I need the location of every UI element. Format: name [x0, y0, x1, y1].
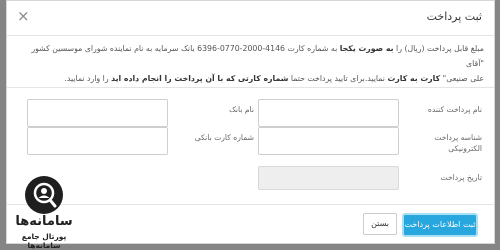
- notice-text: علی صنیعی": [440, 74, 484, 83]
- logo-tagline: پورتال جامع سامانه‌ها: [21, 232, 67, 250]
- bank-name-input[interactable]: [27, 99, 168, 127]
- payment-date-input[interactable]: [258, 166, 399, 190]
- submit-payment-button[interactable]: ثبت اطلاعات پرداخت: [402, 213, 478, 237]
- electronic-id-label: شناسه پرداخت الکترونیکی: [434, 133, 482, 153]
- notice-text: ریال) را: [393, 44, 422, 53]
- notice-text: مبلغ قابل پرداخت (: [421, 44, 484, 53]
- modal-header: ثبت پرداخت ×: [7, 1, 494, 36]
- logo-icon: [25, 176, 63, 214]
- search-person-icon: [33, 182, 57, 208]
- notice-emphasis: کارت به کارت: [387, 74, 441, 83]
- card-number-input[interactable]: [27, 127, 168, 155]
- modal-title: ثبت پرداخت: [426, 10, 482, 23]
- close-icon[interactable]: ×: [17, 9, 30, 24]
- close-button[interactable]: بستن: [363, 213, 397, 235]
- logo-brand-text: سامانه‌ها: [15, 214, 73, 229]
- card-number-label: شماره کارت بانکی: [194, 133, 254, 142]
- section-divider: [7, 87, 494, 88]
- watermark-logo: سامانه‌ها پورتال جامع سامانه‌ها: [0, 170, 110, 250]
- notice-text: را وارد نمایید.: [64, 74, 112, 83]
- notice-text: نمایید.برای تایید پرداخت حتما: [288, 74, 388, 83]
- notice-emphasis: به صورت یکجا: [339, 44, 394, 53]
- notice-emphasis: شماره کارتی که با آن پرداخت را انجام داد…: [111, 74, 289, 83]
- payer-name-input[interactable]: [258, 99, 399, 127]
- bank-name-label: نام بانک: [229, 105, 254, 114]
- payment-date-label: تاریخ پرداخت: [440, 173, 482, 182]
- payer-name-label: نام پرداخت کننده: [427, 105, 482, 114]
- payment-instructions: مبلغ قابل پرداخت (ریال) را به صورت یکجا …: [18, 41, 484, 86]
- electronic-id-input[interactable]: [258, 127, 399, 155]
